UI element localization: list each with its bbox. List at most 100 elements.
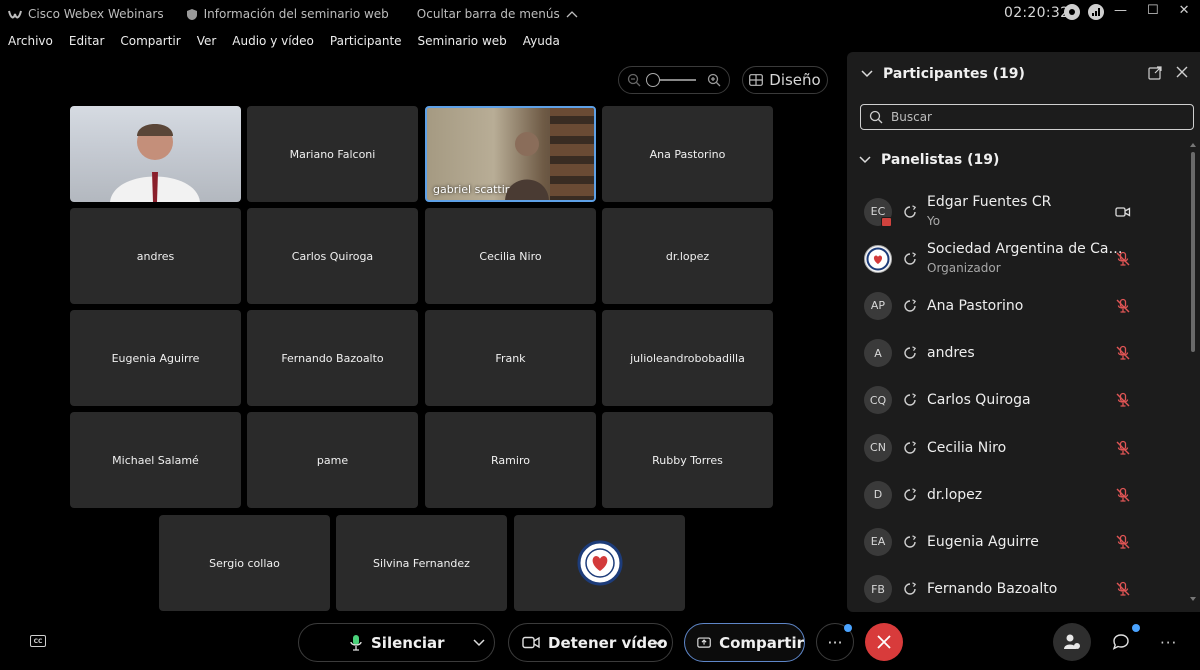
webinar-info-button[interactable]: Información del seminario web bbox=[186, 7, 389, 21]
participant-tile[interactable]: Cecilia Niro bbox=[425, 208, 596, 304]
participant-row[interactable]: CQ Carlos Quiroga bbox=[847, 377, 1187, 424]
mic-muted-icon[interactable] bbox=[1115, 487, 1131, 503]
participant-tile[interactable]: pame bbox=[247, 412, 418, 508]
video-tile[interactable] bbox=[70, 106, 241, 202]
participant-tile[interactable]: Ana Pastorino bbox=[602, 106, 773, 202]
participant-row[interactable]: AP Ana Pastorino bbox=[847, 282, 1187, 329]
close-window-icon[interactable]: ✕ bbox=[1179, 3, 1190, 18]
title-bar: Cisco Webex Webinars Información del sem… bbox=[0, 0, 1200, 28]
mic-muted-icon[interactable] bbox=[1115, 392, 1131, 408]
menu-archivo[interactable]: Archivo bbox=[0, 30, 61, 52]
tile-name: Silvina Fernandez bbox=[373, 556, 470, 570]
tile-name: Carlos Quiroga bbox=[291, 249, 374, 263]
participant-row[interactable]: EA Eugenia Aguirre bbox=[847, 518, 1187, 565]
video-icon[interactable] bbox=[1115, 204, 1131, 220]
mic-muted-icon[interactable] bbox=[1115, 298, 1131, 314]
mic-muted-icon[interactable] bbox=[1115, 345, 1131, 361]
share-label: Compartir bbox=[719, 633, 804, 652]
close-icon bbox=[877, 635, 891, 649]
menu-ayuda[interactable]: Ayuda bbox=[515, 30, 568, 52]
closed-captions-icon[interactable]: CC bbox=[30, 635, 46, 647]
tile-name: julioleandrobobadilla bbox=[630, 351, 745, 365]
zoom-out-icon[interactable] bbox=[627, 73, 641, 87]
mute-button[interactable]: Silenciar bbox=[298, 623, 495, 662]
share-button[interactable]: Compartir bbox=[684, 623, 805, 662]
participant-tile[interactable]: julioleandrobobadilla bbox=[602, 310, 773, 406]
menu-participante[interactable]: Participante bbox=[322, 30, 410, 52]
leave-meeting-button[interactable] bbox=[865, 623, 903, 661]
participant-row[interactable]: FB Fernando Bazoalto bbox=[847, 566, 1187, 613]
mic-muted-icon[interactable] bbox=[1115, 440, 1131, 456]
tile-name: Frank bbox=[495, 351, 526, 365]
hide-menu-label: Ocultar barra de menús bbox=[416, 7, 560, 21]
panelists-section-header[interactable]: Panelistas (19) bbox=[859, 152, 999, 168]
tile-name: Ana Pastorino bbox=[649, 147, 726, 161]
zoom-slider[interactable] bbox=[646, 73, 696, 87]
hide-menu-bar-button[interactable]: Ocultar barra de menús bbox=[417, 7, 578, 21]
section-title: Panelistas (19) bbox=[881, 152, 1000, 168]
network-stats-icon[interactable] bbox=[1088, 4, 1104, 20]
zoom-control bbox=[618, 66, 730, 94]
zoom-in-icon[interactable] bbox=[707, 73, 721, 87]
chevron-down-icon[interactable] bbox=[473, 639, 485, 647]
menu-compartir[interactable]: Compartir bbox=[112, 30, 188, 52]
chevron-down-icon[interactable] bbox=[653, 639, 665, 647]
video-tile[interactable]: gabriel scattini bbox=[425, 106, 596, 202]
participant-tile[interactable]: Mariano Falconi bbox=[247, 106, 418, 202]
participants-toggle-button[interactable] bbox=[1053, 623, 1091, 661]
participant-tile[interactable]: dr.lopez bbox=[602, 208, 773, 304]
participant-tile[interactable]: Carlos Quiroga bbox=[247, 208, 418, 304]
tile-name: dr.lopez bbox=[665, 249, 710, 263]
record-icon[interactable] bbox=[1064, 4, 1080, 20]
audio-connection-icon bbox=[904, 204, 917, 218]
microphone-icon bbox=[350, 634, 362, 651]
search-input[interactable] bbox=[891, 110, 1171, 124]
layout-button[interactable]: Diseño bbox=[742, 66, 828, 94]
overflow-menu-icon[interactable]: ··· bbox=[1160, 634, 1177, 652]
mic-muted-icon[interactable] bbox=[1115, 534, 1131, 550]
minimize-icon[interactable]: — bbox=[1114, 3, 1127, 18]
zoom-slider-handle[interactable] bbox=[646, 73, 660, 87]
participant-tile[interactable]: Fernando Bazoalto bbox=[247, 310, 418, 406]
participant-row[interactable]: Ddr.lopez bbox=[847, 471, 1187, 518]
chevron-down-icon bbox=[859, 156, 871, 164]
menu-audio-video[interactable]: Audio y vídeo bbox=[224, 30, 322, 52]
mic-muted-icon[interactable] bbox=[1115, 581, 1131, 597]
participant-tile[interactable]: Frank bbox=[425, 310, 596, 406]
participant-tile[interactable]: Michael Salamé bbox=[70, 412, 241, 508]
avatar-initials: EA bbox=[870, 535, 886, 549]
maximize-icon[interactable]: ☐ bbox=[1147, 3, 1159, 18]
popout-icon[interactable] bbox=[1148, 66, 1162, 80]
participant-tile[interactable]: Ramiro bbox=[425, 412, 596, 508]
participant-row[interactable]: EC Edgar Fuentes CR Yo bbox=[847, 188, 1187, 235]
participant-tile[interactable]: Sergio collao bbox=[159, 515, 330, 611]
scrollbar-thumb[interactable] bbox=[1191, 152, 1195, 352]
participant-tile[interactable]: andres bbox=[70, 208, 241, 304]
share-badge-icon bbox=[881, 216, 892, 227]
participants-scrollbar[interactable] bbox=[1190, 142, 1196, 602]
mic-muted-icon[interactable] bbox=[1115, 251, 1131, 267]
participant-row[interactable]: Sociedad Argentina de Card... Organizador bbox=[847, 235, 1187, 282]
participant-name: Eugenia Aguirre bbox=[927, 533, 1039, 550]
close-panel-icon[interactable] bbox=[1176, 66, 1188, 78]
participant-row[interactable]: CN Cecilia Niro bbox=[847, 424, 1187, 471]
menu-seminario-web[interactable]: Seminario web bbox=[410, 30, 515, 52]
menu-editar[interactable]: Editar bbox=[61, 30, 113, 52]
chevron-down-icon[interactable] bbox=[861, 70, 873, 78]
menu-bar: Archivo Editar Compartir Ver Audio y víd… bbox=[0, 30, 568, 52]
avatar-initials: AP bbox=[870, 299, 886, 313]
tile-name: Ramiro bbox=[491, 453, 530, 467]
participant-tile[interactable]: Rubby Torres bbox=[602, 412, 773, 508]
stop-video-button[interactable]: Detener vídeo bbox=[508, 623, 673, 662]
menu-ver[interactable]: Ver bbox=[189, 30, 225, 52]
participant-name: Edgar Fuentes CR bbox=[927, 194, 1052, 210]
participant-tile[interactable]: Silvina Fernandez bbox=[336, 515, 507, 611]
share-screen-icon bbox=[697, 636, 711, 648]
participant-tile[interactable]: Eugenia Aguirre bbox=[70, 310, 241, 406]
avatar: A bbox=[864, 339, 892, 368]
layout-label: Diseño bbox=[769, 71, 821, 89]
organizer-logo-tile[interactable] bbox=[514, 515, 685, 611]
participant-name: Carlos Quiroga bbox=[927, 392, 1031, 409]
participant-name: andres bbox=[927, 345, 975, 362]
participant-row[interactable]: Aandres bbox=[847, 330, 1187, 377]
